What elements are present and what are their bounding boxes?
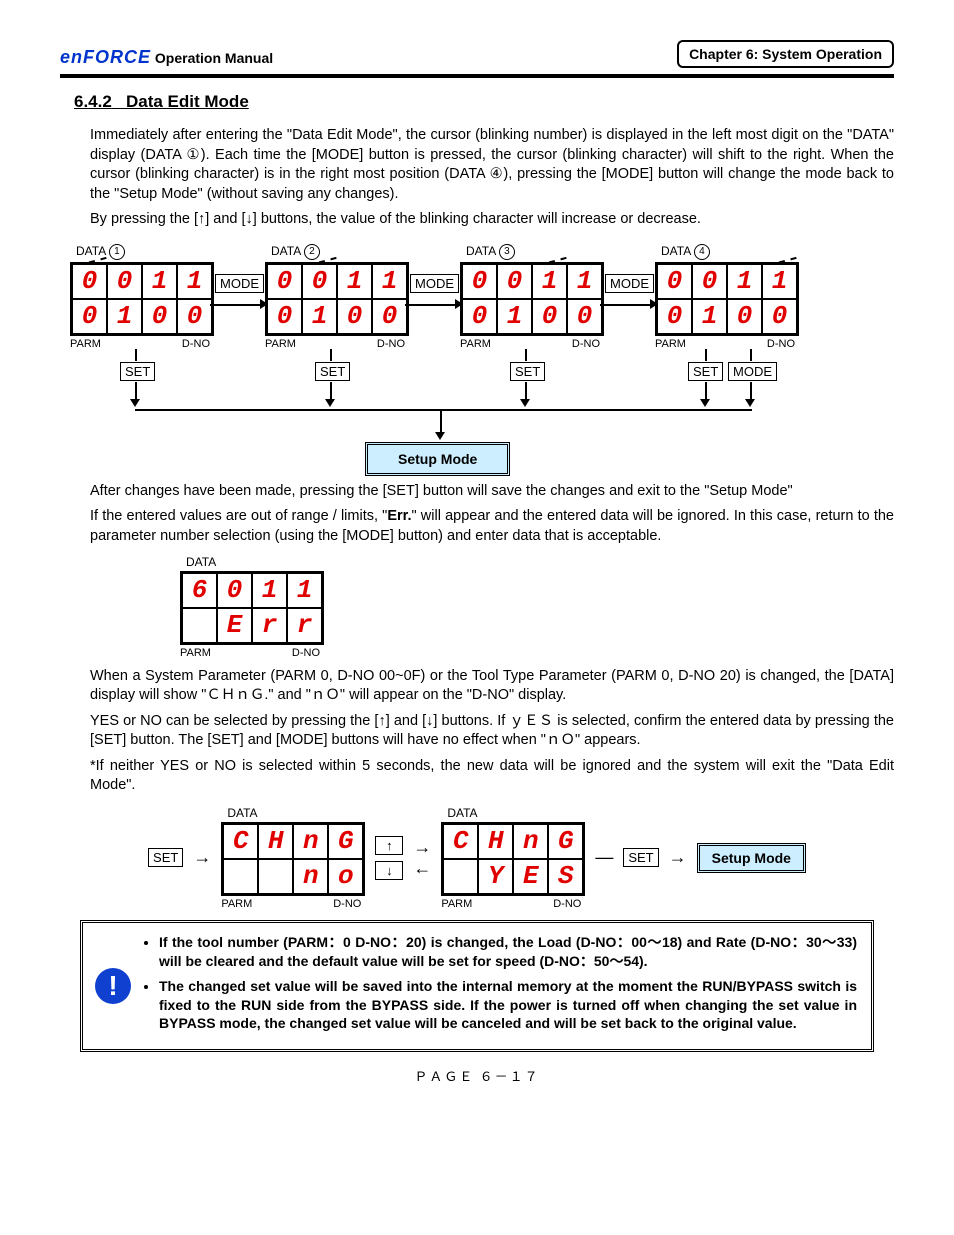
para-after-diag1-b: If the entered values are out of range /… — [90, 507, 894, 546]
set-button-2: SET — [315, 362, 350, 381]
brand-logo: enFORCE — [60, 47, 151, 67]
set-button-3: SET — [510, 362, 545, 381]
down-button: ↓ — [375, 861, 403, 880]
error-display-diagram: DATA 6011 Err PARMD-NO — [180, 555, 894, 659]
up-button: ↑ — [375, 836, 403, 855]
mode-shift-diagram: DATA 1 0011 0100 PARMD-NO MODE DATA 2 00… — [60, 244, 894, 474]
lcd-display-4: 0011 0100 — [655, 262, 799, 336]
intro-para-2: By pressing the [↑] and [↓] buttons, the… — [90, 210, 894, 230]
setup-mode-box-1: Setup Mode — [365, 442, 510, 476]
lcd-display-2: 0011 0100 — [265, 262, 409, 336]
para-chng-3: *If neither YES or NO is selected within… — [90, 757, 894, 796]
para-after-diag1-a: After changes have been made, pressing t… — [90, 482, 894, 502]
lcd-display-3: 0011 0100 — [460, 262, 604, 336]
lcd-display-1: 0011 0100 — [70, 262, 214, 336]
set-button-right: SET — [623, 848, 658, 867]
mode-button-4: MODE — [728, 362, 777, 381]
para-chng-2: YES or NO can be selected by pressing th… — [90, 712, 894, 751]
set-button-4: SET — [688, 362, 723, 381]
section-title: 6.4.2 Data Edit Mode — [74, 92, 894, 112]
warning-box: ! If the tool number (PARM：0 D-NO：20) is… — [80, 920, 874, 1052]
mode-button-3: MODE — [605, 274, 654, 293]
setup-mode-box-2: Setup Mode — [697, 843, 806, 873]
intro-para-1: Immediately after entering the "Data Edi… — [90, 126, 894, 204]
set-button-left: SET — [148, 848, 183, 867]
mode-button-2: MODE — [410, 274, 459, 293]
mode-button-1: MODE — [215, 274, 264, 293]
chng-yesno-diagram: SET → DATA CHnG no PARMD-NO ↑ ↓ →← DATA … — [60, 806, 894, 910]
lcd-error: 6011 Err — [180, 571, 324, 645]
exclamation-icon: ! — [95, 968, 131, 1004]
set-button-1: SET — [120, 362, 155, 381]
manual-title: Operation Manual — [155, 50, 273, 66]
para-chng-1: When a System Parameter (PARM 0, D-NO 00… — [90, 667, 894, 706]
header-left: enFORCE Operation Manual — [60, 47, 273, 68]
lcd-chng-yes: CHnG YES — [441, 822, 585, 896]
page-footer: ＰＡＧＥ ６－１７ — [60, 1066, 894, 1085]
header-divider — [60, 74, 894, 78]
warn-bullet-1: If the tool number (PARM：0 D-NO：20) is c… — [159, 933, 857, 971]
chapter-box: Chapter 6: System Operation — [677, 40, 894, 68]
warn-bullet-2: The changed set value will be saved into… — [159, 977, 857, 1034]
lcd-chng-no: CHnG no — [221, 822, 365, 896]
